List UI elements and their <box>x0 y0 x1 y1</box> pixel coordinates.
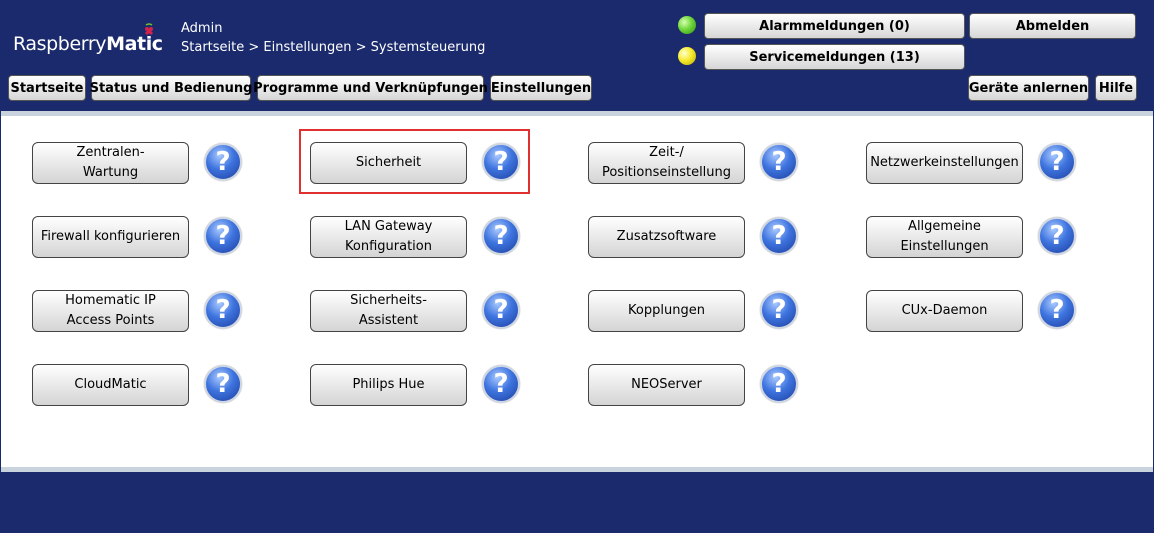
tile-kopplungen-button[interactable]: Kopplungen <box>588 290 745 332</box>
tile-neoserver-button[interactable]: NEOServer <box>588 364 745 406</box>
tile-firewall-button[interactable]: Firewall konfigurieren <box>32 216 189 258</box>
help-icon[interactable]: ? <box>1038 291 1076 329</box>
alarm-messages-button[interactable]: Alarmmeldungen (0) <box>704 13 965 39</box>
help-icon[interactable]: ? <box>760 217 798 255</box>
help-icon[interactable]: ? <box>482 143 520 181</box>
tile-sicherheit-button[interactable]: Sicherheit <box>310 142 467 184</box>
tile-zentralen-wartung-button[interactable]: Zentralen- Wartung <box>32 142 189 184</box>
panel-divider <box>1 467 1153 472</box>
logo-suffix: Matic <box>106 33 163 55</box>
logo-prefix: Raspberry <box>13 33 107 55</box>
help-icon[interactable]: ? <box>760 291 798 329</box>
breadcrumb: Startseite > Einstellungen > Systemsteue… <box>181 40 486 55</box>
nav-hilfe[interactable]: Hilfe <box>1095 75 1137 101</box>
service-messages-button[interactable]: Servicemeldungen (13) <box>704 44 965 70</box>
raspberrymatic-logo[interactable]: RaspberryMatic <box>13 23 163 55</box>
help-icon[interactable]: ? <box>204 365 242 403</box>
service-status-led <box>678 47 696 65</box>
tile-cux-daemon-button[interactable]: CUx-Daemon <box>866 290 1023 332</box>
tile-netzwerk-button[interactable]: Netzwerkeinstellungen <box>866 142 1023 184</box>
help-icon[interactable]: ? <box>760 365 798 403</box>
tile-hmip-access-points-button[interactable]: Homematic IP Access Points <box>32 290 189 332</box>
tile-cloudmatic-button[interactable]: CloudMatic <box>32 364 189 406</box>
help-icon[interactable]: ? <box>1038 143 1076 181</box>
user-name: Admin <box>181 21 223 36</box>
tile-allgemeine-einstellungen-button[interactable]: Allgemeine Einstellungen <box>866 216 1023 258</box>
help-icon[interactable]: ? <box>482 217 520 255</box>
tile-sicherheits-assistent-button[interactable]: Sicherheits- Assistent <box>310 290 467 332</box>
alarm-status-led <box>678 16 696 34</box>
help-icon[interactable]: ? <box>204 291 242 329</box>
help-icon[interactable]: ? <box>204 217 242 255</box>
tile-zusatzsoftware-button[interactable]: Zusatzsoftware <box>588 216 745 258</box>
help-icon[interactable]: ? <box>204 143 242 181</box>
nav-einstellungen[interactable]: Einstellungen <box>490 75 592 101</box>
nav-geraete-anlernen[interactable]: Geräte anlernen <box>968 75 1089 101</box>
help-icon[interactable]: ? <box>482 365 520 403</box>
header-bar: RaspberryMatic Admin Startseite > Einste… <box>0 0 1154 111</box>
tile-zeit-position-button[interactable]: Zeit-/ Positionseinstellung <box>588 142 745 184</box>
nav-startseite[interactable]: Startseite <box>8 75 86 101</box>
raspberry-icon <box>145 23 153 35</box>
nav-programme[interactable]: Programme und Verknüpfungen <box>253 75 488 101</box>
tile-philips-hue-button[interactable]: Philips Hue <box>310 364 467 406</box>
nav-status-bedienung[interactable]: Status und Bedienung <box>90 75 252 101</box>
tile-lan-gateway-button[interactable]: LAN Gateway Konfiguration <box>310 216 467 258</box>
logout-button[interactable]: Abmelden <box>969 13 1136 39</box>
help-icon[interactable]: ? <box>482 291 520 329</box>
help-icon[interactable]: ? <box>1038 217 1076 255</box>
help-icon[interactable]: ? <box>760 143 798 181</box>
